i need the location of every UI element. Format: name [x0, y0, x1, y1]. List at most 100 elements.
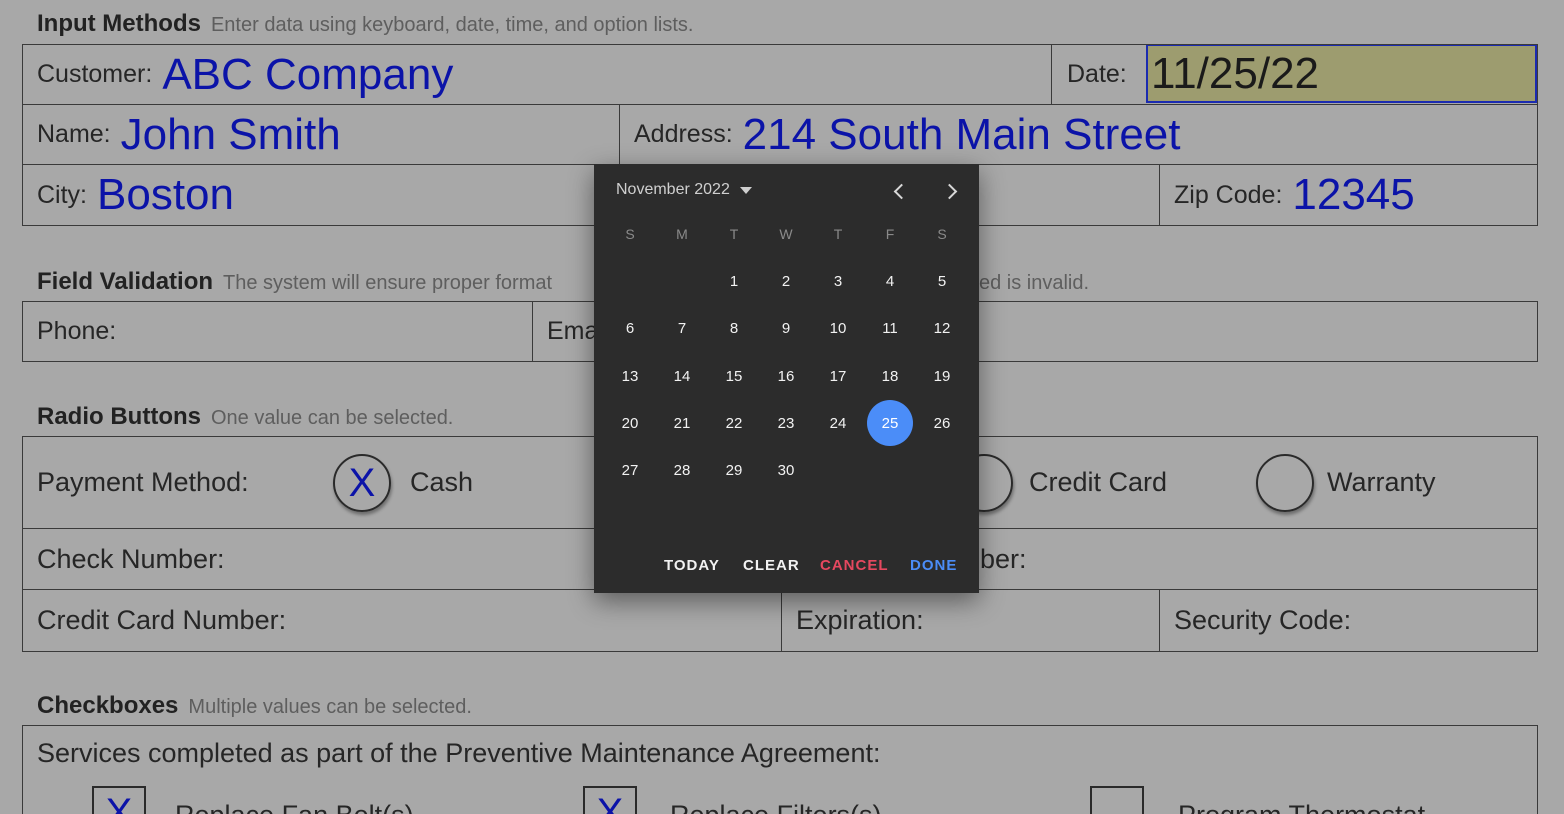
radio-label-cash: Cash: [410, 467, 474, 497]
day-cell[interactable]: 4: [867, 258, 913, 304]
day-cell-selected[interactable]: 25: [867, 400, 913, 446]
customer-value: ABC Company: [162, 49, 454, 99]
phone-field[interactable]: Phone:: [22, 301, 533, 362]
day-cell[interactable]: 15: [711, 353, 757, 399]
customer-field[interactable]: Customer: ABC Company: [22, 44, 1053, 105]
email-label: Ema: [547, 317, 599, 345]
day-cell[interactable]: 10: [815, 305, 861, 351]
day-cell[interactable]: 28: [659, 447, 705, 493]
day-cell[interactable]: 26: [919, 400, 965, 446]
date-input[interactable]: 11/25/22: [1146, 45, 1537, 103]
zip-label: Zip Code:: [1174, 180, 1283, 209]
day-cell[interactable]: 11: [867, 305, 913, 351]
section-heading: Checkboxes: [37, 692, 179, 719]
name-value: John Smith: [120, 109, 341, 159]
today-button[interactable]: TODAY: [664, 557, 720, 574]
weekday-label: M: [676, 226, 688, 242]
section-title-checkboxes: Checkboxes Multiple values can be selecte…: [37, 692, 472, 720]
section-subtitle: One value can be selected.: [210, 407, 454, 429]
checkbox-label-thermostat: Program Thermostat: [1178, 800, 1425, 814]
day-cell[interactable]: 19: [919, 353, 965, 399]
city-value: Boston: [97, 170, 234, 219]
section-title-input-methods: Input Methods Enter data using keyboard, …: [37, 10, 693, 38]
day-cell[interactable]: 21: [659, 400, 705, 446]
name-field[interactable]: Name: John Smith: [22, 104, 620, 165]
checkbox-replace-fan-belt[interactable]: X: [92, 786, 146, 814]
day-cell[interactable]: 27: [607, 447, 653, 493]
weekday-label: T: [729, 226, 739, 242]
cancel-button[interactable]: CANCEL: [820, 557, 889, 574]
day-cell[interactable]: 9: [763, 305, 809, 351]
radio-warranty[interactable]: [1256, 454, 1314, 512]
security-code-label: Security Code:: [1174, 605, 1352, 635]
name-label: Name:: [37, 120, 111, 148]
customer-label: Customer:: [37, 60, 153, 88]
payment-method-label: Payment Method:: [37, 467, 249, 497]
radio-label-credit-card: Credit Card: [1029, 467, 1168, 497]
expiration-field[interactable]: Expiration:: [781, 589, 1160, 652]
section-title-field-validation: Field Validation The system will ensure p…: [37, 268, 552, 296]
day-cell[interactable]: 22: [711, 400, 757, 446]
section-subtitle: The system will ensure proper format: [223, 272, 553, 294]
date-value: 11/25/22: [1151, 48, 1320, 98]
date-label: Date:: [1067, 60, 1127, 88]
next-month-button[interactable]: [936, 176, 966, 206]
day-cell[interactable]: 23: [763, 400, 809, 446]
credit-card-number-field[interactable]: Credit Card Number:: [22, 589, 782, 652]
weekday-label: F: [885, 226, 895, 242]
previous-month-button[interactable]: [884, 176, 914, 206]
day-cell[interactable]: 13: [607, 353, 653, 399]
security-code-field[interactable]: Security Code:: [1159, 589, 1538, 652]
check-number-label: Check Number:: [37, 543, 225, 574]
weekday-label: W: [779, 226, 793, 242]
day-cell[interactable]: 2: [763, 258, 809, 304]
expiration-label: Expiration:: [796, 605, 924, 635]
day-cell[interactable]: 1: [711, 258, 757, 304]
caret-down-icon: [739, 186, 752, 194]
section-subtitle-continued: ed is invalid.: [979, 272, 1090, 294]
radio-mark: X: [348, 460, 376, 505]
section-heading: Radio Buttons: [37, 403, 201, 430]
checkbox-program-thermostat[interactable]: [1090, 786, 1144, 814]
checkbox-label-filters: Replace Filters(s): [670, 800, 882, 814]
section-subtitle: Enter data using keyboard, date, time, a…: [210, 14, 694, 36]
day-cell[interactable]: 29: [711, 447, 757, 493]
section-subtitle: Multiple values can be selected.: [188, 696, 472, 718]
radio-label-warranty: Warranty: [1327, 467, 1436, 497]
city-field[interactable]: City: Boston: [22, 164, 1160, 226]
day-cell[interactable]: 6: [607, 305, 653, 351]
day-cell[interactable]: 3: [815, 258, 861, 304]
zip-value: 12345: [1292, 170, 1415, 219]
day-cell[interactable]: 24: [815, 400, 861, 446]
checkbox-replace-filters[interactable]: X: [583, 786, 637, 814]
month-year-label: November 2022: [616, 181, 730, 198]
phone-label: Phone:: [37, 317, 117, 345]
day-cell[interactable]: 20: [607, 400, 653, 446]
checkbox-mark: X: [105, 791, 133, 814]
day-cell[interactable]: 8: [711, 305, 757, 351]
day-cell[interactable]: 12: [919, 305, 965, 351]
zip-field[interactable]: Zip Code: 12345: [1159, 164, 1538, 226]
weekday-label: S: [625, 226, 635, 242]
address-field[interactable]: Address: 214 South Main Street: [619, 104, 1538, 165]
day-cell[interactable]: 16: [763, 353, 809, 399]
done-button[interactable]: DONE: [910, 557, 957, 574]
address-label: Address:: [634, 120, 733, 148]
chevron-right-icon: [941, 183, 957, 199]
day-cell[interactable]: 5: [919, 258, 965, 304]
services-label: Services completed as part of the Preven…: [37, 738, 881, 768]
day-cell[interactable]: 30: [763, 447, 809, 493]
day-cell[interactable]: 7: [659, 305, 705, 351]
clear-button[interactable]: CLEAR: [743, 557, 800, 574]
weekday-label: S: [937, 226, 947, 242]
weekday-label: T: [833, 226, 843, 242]
city-label: City:: [37, 180, 87, 209]
chevron-left-icon: [893, 183, 909, 199]
date-picker-popup: November 2022 SMTWTFS 1 2 3 4 5 6 7 8 9 10 11 12 13 1…: [594, 164, 979, 593]
day-cell[interactable]: 14: [659, 353, 705, 399]
day-cell[interactable]: 17: [815, 353, 861, 399]
day-cell[interactable]: 18: [867, 353, 913, 399]
radio-cash[interactable]: X: [333, 454, 391, 512]
date-field[interactable]: Date: 11/25/22: [1051, 44, 1538, 105]
month-year-selector[interactable]: November 2022: [616, 181, 752, 199]
